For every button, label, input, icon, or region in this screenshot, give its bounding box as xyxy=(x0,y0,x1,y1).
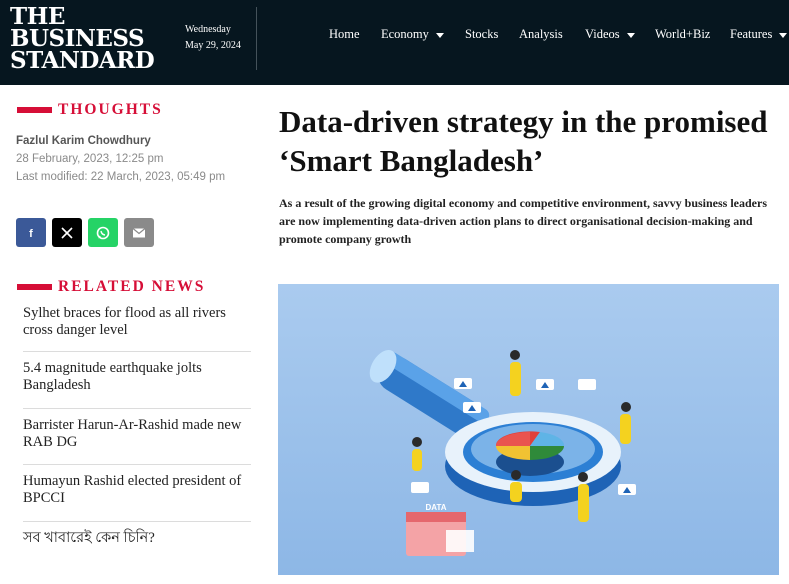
article-headline: Data-driven strategy in the promised ‘Sm… xyxy=(279,104,768,178)
chevron-down-icon xyxy=(435,32,444,38)
nav-label: Features xyxy=(730,27,773,41)
published-date: 28 February, 2023, 12:25 pm xyxy=(16,153,164,165)
site-logo[interactable]: THE BUSINESS STANDARD xyxy=(10,5,155,74)
chevron-down-icon xyxy=(626,32,635,38)
nav-analysis[interactable]: Analysis xyxy=(519,27,563,42)
modified-date: Last modified: 22 March, 2023, 05:49 pm xyxy=(16,171,226,183)
section-bar xyxy=(17,107,52,113)
section-bar xyxy=(17,284,52,290)
x-icon xyxy=(61,226,73,239)
svg-text:f: f xyxy=(29,228,33,240)
data-analytics-illustration: DATA xyxy=(278,284,779,575)
email-share-button[interactable] xyxy=(124,218,154,247)
facebook-icon: f xyxy=(29,228,33,240)
nav-label: Stocks xyxy=(465,27,499,41)
nav-worldbiz[interactable]: World+Biz xyxy=(655,27,710,42)
header-date: Wednesday May 29, 2024 xyxy=(185,22,241,54)
related-news-item[interactable]: Humayun Rashid elected president of BPCC… xyxy=(23,465,251,522)
x-share-button[interactable] xyxy=(52,218,82,247)
nav-label: Economy xyxy=(381,27,429,41)
date-day: Wednesday xyxy=(185,24,231,35)
logo-line: STANDARD xyxy=(10,47,155,74)
nav-stocks[interactable]: Stocks xyxy=(465,27,498,42)
article-hero-image: DATA xyxy=(278,284,779,575)
article-summary: As a result of the growing digital econo… xyxy=(279,196,767,246)
email-icon xyxy=(132,227,146,237)
date-full: May 29, 2024 xyxy=(185,40,241,51)
thoughts-section-header: THOUGHTS xyxy=(17,100,163,120)
whatsapp-share-button[interactable] xyxy=(88,218,118,247)
section-title[interactable]: THOUGHTS xyxy=(58,101,163,119)
related-news-item[interactable]: 5.4 magnitude earthquake jolts Banglades… xyxy=(23,352,251,409)
whatsapp-icon xyxy=(96,226,110,239)
related-news-item[interactable]: Sylhet braces for flood as all rivers cr… xyxy=(23,302,251,352)
illustration-label: DATA xyxy=(425,503,446,512)
nav-economy[interactable]: Economy xyxy=(381,27,444,42)
nav-label: Videos xyxy=(585,27,620,41)
nav-label: Home xyxy=(329,27,360,41)
related-news-list: Sylhet braces for flood as all rivers cr… xyxy=(23,302,251,552)
chevron-down-icon xyxy=(779,32,788,38)
related-news-header: RELATED NEWS xyxy=(17,277,205,297)
nav-label: Analysis xyxy=(519,27,563,41)
nav-videos[interactable]: Videos xyxy=(585,27,635,42)
nav-home[interactable]: Home xyxy=(329,27,360,42)
author-name[interactable]: Fazlul Karim Chowdhury xyxy=(16,135,151,147)
site-header: THE BUSINESS STANDARD Wednesday May 29, … xyxy=(0,0,789,85)
section-title: RELATED NEWS xyxy=(58,278,206,295)
header-divider xyxy=(256,7,257,70)
nav-label: World+Biz xyxy=(655,27,711,41)
related-news-item[interactable]: সব খাবারেই কেন চিনি? xyxy=(23,522,251,552)
facebook-share-button[interactable]: f xyxy=(16,218,46,247)
nav-features[interactable]: Features xyxy=(730,27,788,42)
related-news-item[interactable]: Barrister Harun-Ar-Rashid made new RAB D… xyxy=(23,409,251,465)
